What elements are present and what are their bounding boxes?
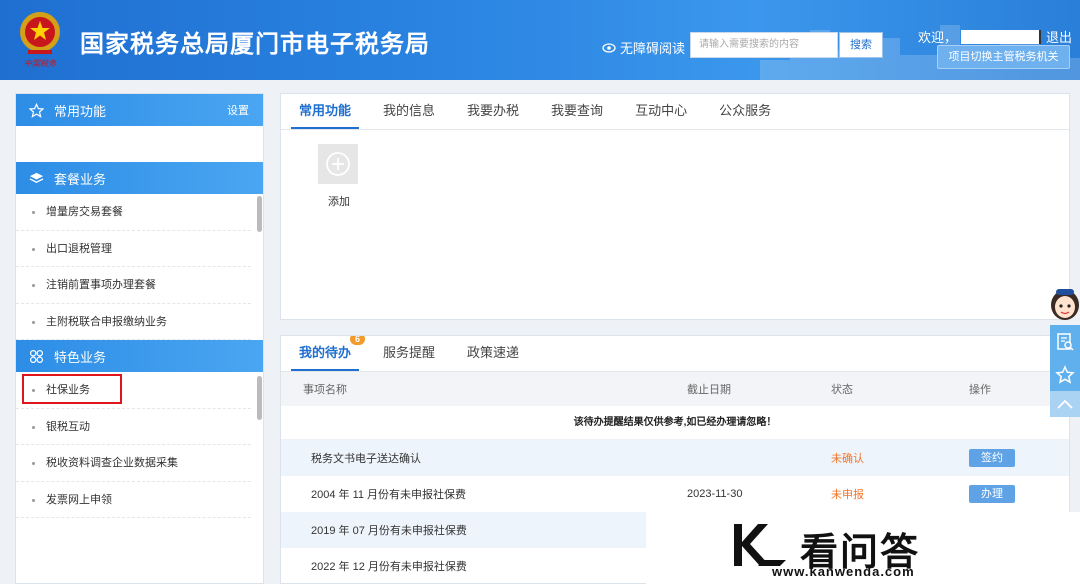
layers-icon bbox=[28, 170, 44, 186]
tab-my-info[interactable]: 我的信息 bbox=[375, 94, 443, 129]
tab-policy-express[interactable]: 政策速递 bbox=[459, 336, 527, 371]
eye-icon bbox=[602, 42, 616, 53]
table-row: 2004 年 11 月份有未申报社保费 2023-11-30 未申报 办理 bbox=[281, 476, 1069, 512]
special-business-list: 社保业务 银税互动 税收资料调查企业数据采集 发票网上申领 bbox=[16, 372, 263, 518]
list-item-social-insurance[interactable]: 社保业务 bbox=[16, 372, 251, 409]
special-business-header: 特色业务 bbox=[16, 340, 263, 372]
tab-my-todo[interactable]: 我的待办 6 bbox=[291, 336, 366, 371]
welcome-label: 欢迎， bbox=[918, 30, 958, 45]
list-item[interactable]: 税收资料调查企业数据采集 bbox=[16, 445, 251, 482]
special-list-scrollbar[interactable] bbox=[257, 376, 262, 420]
search-button[interactable]: 搜索 bbox=[839, 32, 883, 58]
welcome-area: 欢迎， bbox=[918, 27, 1042, 46]
svg-text:中国税务: 中国税务 bbox=[24, 59, 57, 68]
site-title: 国家税务总局厦门市电子税务局 bbox=[80, 31, 430, 58]
list-item[interactable]: 发票网上申领 bbox=[16, 482, 251, 518]
plus-circle-icon bbox=[326, 152, 350, 176]
row-status: 未申报 bbox=[831, 489, 864, 501]
todo-notice: 该待办提醒结果仅供参考,如已经办理请忽略！ bbox=[281, 406, 1069, 440]
handle-button[interactable]: 办理 bbox=[969, 485, 1015, 503]
settings-link[interactable]: 设置 bbox=[227, 102, 249, 118]
row-item-name: 税务文书电子送达确认 bbox=[311, 453, 421, 465]
tab-interaction-center[interactable]: 互动中心 bbox=[627, 94, 695, 129]
todo-tabs: 我的待办 6 服务提醒 政策速递 bbox=[281, 336, 1069, 372]
column-header-deadline: 截止日期 bbox=[687, 384, 731, 396]
accessibility-reading-link[interactable]: 无障碍阅读 bbox=[602, 38, 685, 57]
watermark-url: www.kanwenda.com bbox=[772, 564, 915, 579]
grid-icon bbox=[28, 348, 44, 364]
username-redacted bbox=[961, 29, 1042, 44]
back-to-top-button[interactable] bbox=[1050, 391, 1080, 417]
sign-button[interactable]: 签约 bbox=[969, 449, 1015, 467]
switch-tax-authority-button[interactable]: 项目切换主管税务机关 bbox=[937, 45, 1070, 69]
package-business-list: 增量房交易套餐 出口退税管理 注销前置事项办理套餐 主附税联合申报缴纳业务 bbox=[16, 194, 263, 340]
star-icon bbox=[28, 102, 44, 118]
add-function-button[interactable] bbox=[318, 144, 358, 184]
package-list-scrollbar[interactable] bbox=[257, 196, 262, 232]
todo-count-badge: 6 bbox=[350, 336, 366, 345]
tab-common-functions[interactable]: 常用功能 bbox=[291, 94, 360, 129]
main-tabs: 常用功能 我的信息 我要办税 我要查询 互动中心 公众服务 bbox=[281, 94, 1069, 130]
list-item[interactable]: 注销前置事项办理套餐 bbox=[16, 267, 251, 304]
tab-public-service[interactable]: 公众服务 bbox=[711, 94, 779, 129]
assistant-avatar-icon[interactable] bbox=[1048, 285, 1080, 323]
column-header-item-name: 事项名称 bbox=[303, 384, 347, 396]
common-functions-header: 常用功能 设置 bbox=[16, 94, 263, 126]
table-row: 税务文书电子送达确认 未确认 签约 bbox=[281, 440, 1069, 476]
functions-panel: 常用功能 我的信息 我要办税 我要查询 互动中心 公众服务 添加 bbox=[280, 93, 1070, 320]
tab-query[interactable]: 我要查询 bbox=[543, 94, 611, 129]
common-functions-title: 常用功能 bbox=[54, 103, 107, 119]
tab-my-todo-label: 我的待办 bbox=[299, 345, 352, 360]
row-item-name: 2019 年 07 月份有未申报社保费 bbox=[311, 525, 467, 537]
package-business-title: 套餐业务 bbox=[54, 171, 107, 187]
document-search-icon bbox=[1057, 332, 1074, 351]
row-item-name: 2022 年 12 月份有未申报社保费 bbox=[311, 561, 467, 573]
watermark-logo-icon bbox=[734, 524, 786, 566]
search-input[interactable]: 请输入需要搜索的内容 bbox=[690, 32, 838, 58]
row-deadline: 2023-11-30 bbox=[687, 488, 743, 500]
side-favorite-button[interactable] bbox=[1050, 358, 1080, 391]
list-item[interactable]: 出口退税管理 bbox=[16, 231, 251, 267]
todo-table-header: 事项名称 截止日期 状态 操作 bbox=[281, 372, 1069, 406]
tab-service-reminder[interactable]: 服务提醒 bbox=[375, 336, 443, 371]
side-document-button[interactable] bbox=[1050, 325, 1080, 358]
site-header: 中国税务 国家税务总局厦门市电子税务局 无障碍阅读 请输入需要搜索的内容 搜索 … bbox=[0, 0, 1080, 80]
list-item[interactable]: 银税互动 bbox=[16, 409, 251, 445]
list-item[interactable]: 增量房交易套餐 bbox=[16, 194, 251, 231]
list-item[interactable]: 主附税联合申报缴纳业务 bbox=[16, 304, 251, 340]
common-functions-body bbox=[16, 126, 263, 162]
special-business-title: 特色业务 bbox=[54, 349, 107, 365]
tab-tax-handling[interactable]: 我要办税 bbox=[459, 94, 527, 129]
column-header-status: 状态 bbox=[831, 384, 853, 396]
row-status: 未确认 bbox=[831, 453, 864, 465]
star-outline-icon bbox=[1055, 364, 1075, 384]
add-function-label: 添加 bbox=[328, 196, 350, 208]
sidebar: 常用功能 设置 套餐业务 增量房交易套餐 出口退税管理 注销前置事项办理套餐 主… bbox=[15, 93, 264, 584]
national-emblem-icon: 中国税务 bbox=[20, 12, 60, 68]
chevron-up-icon bbox=[1057, 399, 1073, 409]
row-item-name: 2004 年 11 月份有未申报社保费 bbox=[311, 489, 467, 501]
accessibility-label: 无障碍阅读 bbox=[620, 41, 686, 56]
package-business-header: 套餐业务 bbox=[16, 162, 263, 194]
logout-link[interactable]: 退出 bbox=[1046, 27, 1072, 46]
